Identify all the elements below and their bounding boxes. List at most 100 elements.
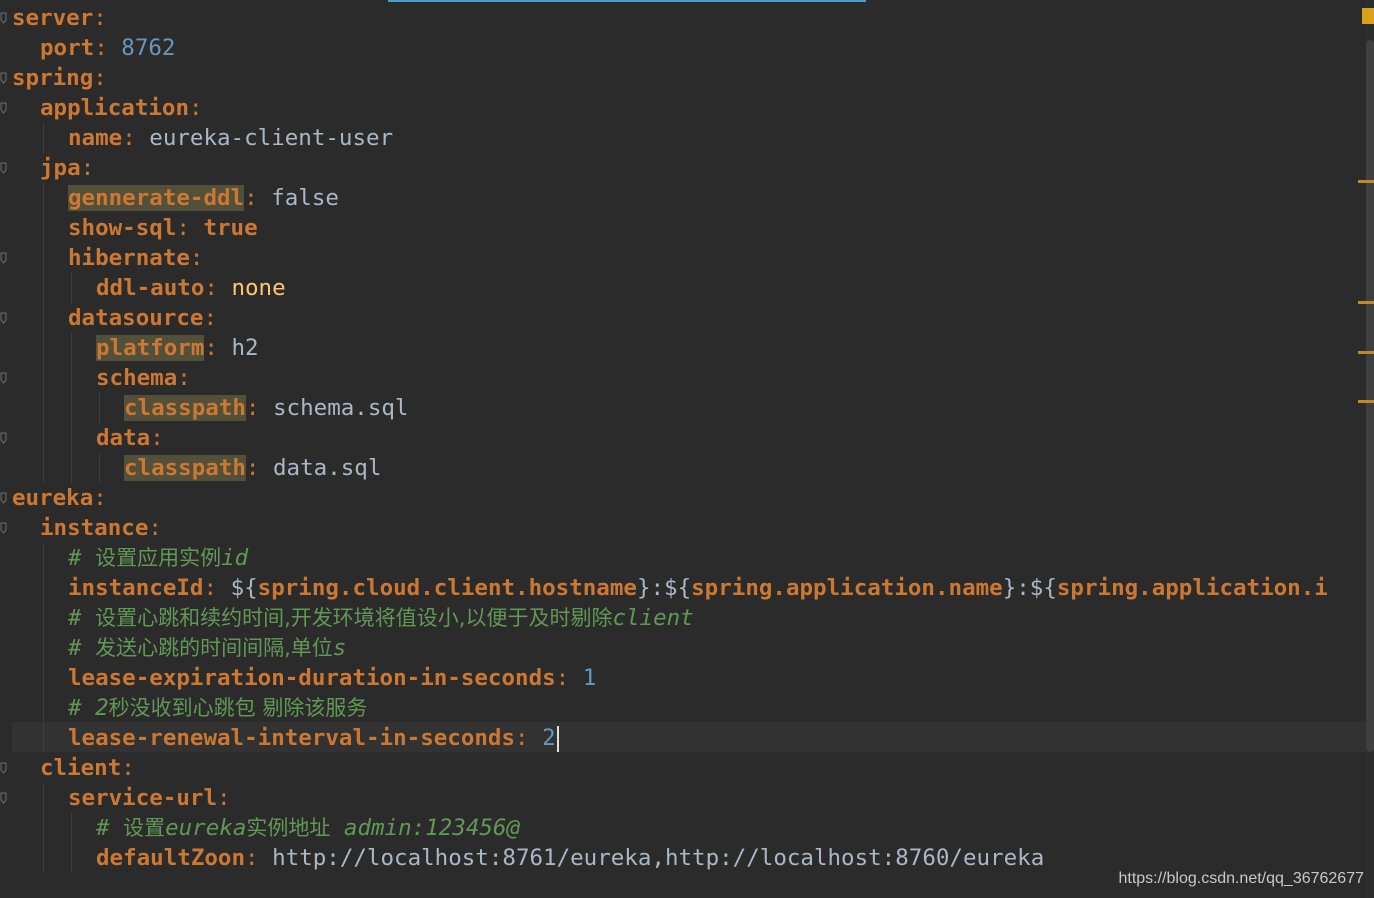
indent-guide: [40, 603, 68, 633]
indent-guide: [12, 33, 40, 63]
fold-arrow-icon[interactable]: [0, 252, 8, 264]
yaml-value: h2: [231, 335, 259, 361]
yaml-key: classpath: [124, 455, 246, 481]
indent-guide: [40, 663, 68, 693]
warning-marker[interactable]: [1358, 301, 1374, 304]
code-line[interactable]: application:: [12, 93, 203, 123]
fold-arrow-icon[interactable]: [0, 12, 8, 24]
yaml-key: jpa: [40, 155, 81, 181]
comment-token: #: [96, 815, 124, 841]
fold-arrow-icon[interactable]: [0, 792, 8, 804]
code-line[interactable]: name: eureka-client-user: [12, 123, 393, 153]
colon-token: :: [217, 785, 231, 811]
comment-token: 设置: [123, 816, 166, 840]
code-line[interactable]: service-url:: [12, 783, 231, 813]
code-line[interactable]: server:: [12, 3, 107, 33]
indent-guide: [12, 213, 40, 243]
fold-arrow-icon[interactable]: [0, 432, 8, 444]
code-line[interactable]: port: 8762: [12, 33, 175, 63]
indent-guide: [12, 753, 40, 783]
code-line[interactable]: lease-expiration-duration-in-seconds: 1: [12, 663, 596, 693]
indent-guide: [40, 723, 68, 753]
indent-guide: [12, 693, 40, 723]
indent-guide: [12, 123, 40, 153]
fold-arrow-icon[interactable]: [0, 492, 8, 504]
comment-token: 设置应用实例: [95, 546, 222, 570]
code-line[interactable]: spring:: [12, 63, 107, 93]
code-line[interactable]: jpa:: [12, 153, 94, 183]
yaml-key: datasource: [68, 305, 204, 331]
indent-guide: [12, 273, 40, 303]
indent-guide: [40, 123, 68, 153]
fold-arrow-icon[interactable]: [0, 102, 8, 114]
indent-guide: [12, 543, 40, 573]
yaml-key: data: [96, 425, 151, 451]
code-line[interactable]: eureka:: [12, 483, 107, 513]
scrollbar-thumb[interactable]: [1366, 40, 1374, 752]
colon-token: :: [203, 575, 231, 601]
code-line[interactable]: ddl-auto: none: [12, 273, 286, 303]
warning-marker[interactable]: [1358, 180, 1374, 183]
colon-token: :: [150, 425, 164, 451]
comment-token: s: [332, 635, 347, 661]
code-line[interactable]: lease-renewal-interval-in-seconds: 2: [12, 723, 559, 753]
indent-guide: [40, 783, 68, 813]
indent-guide: [96, 393, 124, 423]
code-line[interactable]: platform: h2: [12, 333, 259, 363]
indent-guide: [40, 633, 68, 663]
yaml-value: false: [271, 185, 339, 211]
code-line[interactable]: instance:: [12, 513, 162, 543]
yaml-value: 2: [542, 725, 556, 751]
colon-token: :: [245, 455, 274, 481]
fold-arrow-icon[interactable]: [0, 72, 8, 84]
warning-marker[interactable]: [1358, 351, 1374, 354]
indent-guide: [68, 363, 96, 393]
indent-guide: [40, 813, 68, 843]
colon-token: :: [244, 185, 272, 211]
indent-guide: [40, 843, 68, 873]
fold-arrow-icon[interactable]: [0, 162, 8, 174]
yaml-value: 1: [582, 665, 597, 691]
indent-guide: [12, 393, 40, 423]
fold-arrow-icon[interactable]: [0, 372, 8, 384]
indent-guide: [40, 243, 68, 273]
colon-token: :: [189, 245, 204, 271]
yaml-value: http://localhost:8761/eureka,http://loca…: [272, 845, 1045, 871]
fold-arrow-icon[interactable]: [0, 312, 8, 324]
yaml-value: eureka-client-user: [149, 125, 394, 151]
code-editor[interactable]: server: port: 8762 spring: application: name…: [0, 0, 1366, 898]
code-line[interactable]: data:: [12, 423, 164, 453]
code-line[interactable]: classpath: schema.sql: [12, 393, 408, 423]
code-line[interactable]: # 发送心跳的时间间隔,单位s: [12, 633, 346, 663]
code-line[interactable]: gennerate-ddl: false: [12, 183, 339, 213]
fold-arrow-icon[interactable]: [0, 762, 8, 774]
fold-arrow-icon[interactable]: [0, 522, 8, 534]
yaml-key: spring: [12, 65, 94, 91]
code-line[interactable]: datasource:: [12, 303, 217, 333]
yaml-key: show-sql: [68, 215, 177, 241]
code-line[interactable]: hibernate:: [12, 243, 203, 273]
yaml-key: instanceId: [68, 575, 204, 601]
code-line[interactable]: # 设置应用实例id: [12, 543, 248, 573]
indent-guide: [12, 573, 40, 603]
code-line[interactable]: classpath: data.sql: [12, 453, 381, 483]
indent-guide: [12, 663, 40, 693]
yaml-key: gennerate-ddl: [68, 185, 245, 211]
comment-token: #: [68, 545, 96, 571]
code-line[interactable]: # 设置心跳和续约时间,开发环境将值设小,以便于及时剔除client: [12, 603, 694, 633]
yaml-key: spring.application.name: [691, 575, 1003, 601]
code-line[interactable]: client:: [12, 753, 135, 783]
active-tab-indicator: [388, 0, 866, 2]
code-line[interactable]: defaultZoon: http://localhost:8761/eurek…: [12, 843, 1044, 873]
warning-marker[interactable]: [1358, 400, 1374, 403]
code-line[interactable]: instanceId: ${spring.cloud.client.hostna…: [12, 573, 1328, 603]
inspection-status-icon[interactable]: [1362, 8, 1374, 24]
comment-token: admin:123456@: [330, 815, 521, 841]
code-line[interactable]: schema:: [12, 363, 191, 393]
code-line[interactable]: # 2秒没收到心跳包 剔除该服务: [12, 693, 367, 723]
colon-token: :: [204, 275, 232, 301]
code-line[interactable]: # 设置eureka实例地址 admin:123456@: [12, 813, 520, 843]
indent-guide: [40, 183, 68, 213]
code-line[interactable]: show-sql: true: [12, 213, 258, 243]
indent-guide: [12, 303, 40, 333]
